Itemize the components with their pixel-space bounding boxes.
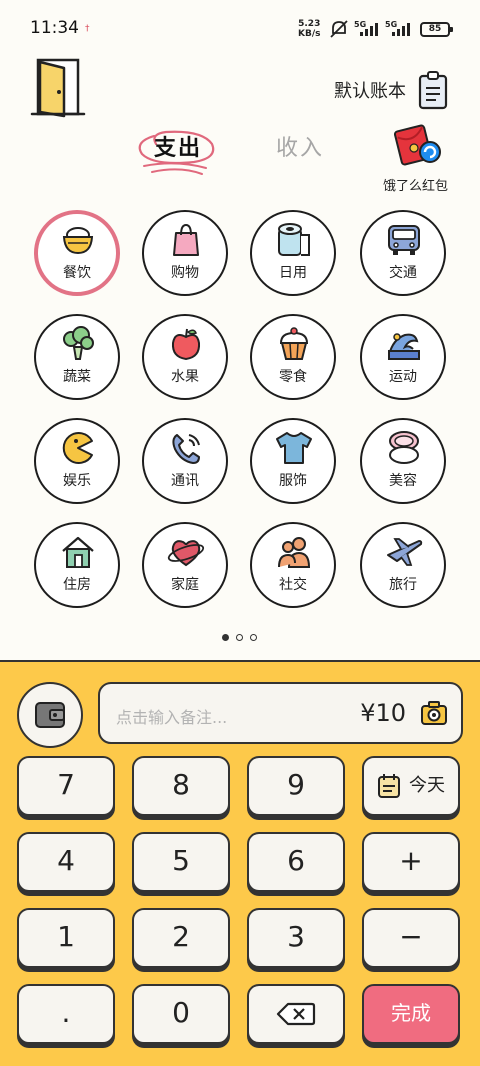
key-5[interactable]: 5: [132, 832, 230, 892]
category-item[interactable]: 蔬菜: [34, 314, 124, 404]
network-speed-value: 5.23: [298, 19, 321, 29]
pacman-icon: [62, 432, 93, 464]
ledger-icon[interactable]: [416, 70, 452, 110]
category-label: 美容: [389, 473, 417, 489]
category-item[interactable]: 零食: [250, 314, 340, 404]
eleme-red-packet-icon[interactable]: [394, 122, 444, 170]
category-label: 餐饮: [63, 265, 91, 281]
camera-icon[interactable]: [420, 700, 448, 726]
notification-icon: †: [85, 24, 90, 34]
account-book-name[interactable]: 默认账本: [334, 77, 406, 103]
tshirt-icon: [276, 432, 312, 464]
category-item[interactable]: 通讯: [142, 418, 232, 508]
page-indicator: [222, 634, 257, 641]
category-item[interactable]: 交通: [360, 210, 450, 300]
category-label: 零食: [279, 369, 307, 385]
backspace-button[interactable]: [247, 984, 345, 1044]
note-placeholder: 点击输入备注...: [116, 708, 228, 727]
page-dot: [250, 634, 257, 641]
key-4[interactable]: 4: [17, 832, 115, 892]
category-label: 住房: [63, 577, 91, 593]
category-item[interactable]: 旅行: [360, 522, 450, 612]
date-button[interactable]: 今天: [362, 756, 460, 816]
door-exit-icon[interactable]: [30, 56, 86, 120]
category-label: 社交: [279, 577, 307, 593]
category-label: 购物: [171, 265, 199, 281]
surf-icon: [388, 333, 420, 360]
key-3[interactable]: 3: [247, 908, 345, 968]
category-label: 日用: [279, 265, 307, 281]
key-1[interactable]: 1: [17, 908, 115, 968]
key-0[interactable]: 0: [132, 984, 230, 1044]
amount-display: ¥10: [360, 699, 406, 727]
category-label: 水果: [171, 369, 199, 385]
category-label: 服饰: [279, 473, 307, 489]
category-item[interactable]: 娱乐: [34, 418, 124, 508]
category-item[interactable]: 日用: [250, 210, 340, 300]
signal-2-icon: [392, 22, 410, 36]
battery-icon: 85: [420, 22, 453, 37]
mute-icon: [330, 20, 348, 38]
phone-icon: [172, 434, 200, 464]
toilet-paper-icon: [278, 223, 310, 256]
apple-icon: [171, 328, 201, 361]
wallet-icon: [35, 702, 65, 728]
category-item[interactable]: 社交: [250, 522, 340, 612]
rice-bowl-icon: [62, 227, 94, 255]
bus-icon: [388, 225, 420, 255]
category-item[interactable]: 餐饮: [34, 210, 124, 300]
key-minus[interactable]: −: [362, 908, 460, 968]
note-input[interactable]: 点击输入备注... ¥10: [98, 682, 463, 744]
heart-planet-icon: [167, 540, 205, 567]
category-item[interactable]: 服饰: [250, 418, 340, 508]
calendar-icon: [378, 774, 400, 798]
wallet-button[interactable]: [17, 682, 83, 748]
key-7[interactable]: 7: [17, 756, 115, 816]
category-label: 旅行: [389, 577, 417, 593]
category-label: 家庭: [171, 577, 199, 593]
key-9[interactable]: 9: [247, 756, 345, 816]
promo-label[interactable]: 饿了么红包: [383, 175, 448, 194]
category-label: 交通: [389, 265, 417, 281]
broccoli-icon: [63, 326, 94, 360]
category-item[interactable]: 水果: [142, 314, 232, 404]
page-dot: [236, 634, 243, 641]
category-label: 运动: [389, 369, 417, 385]
house-icon: [62, 536, 94, 568]
shopping-bag-icon: [173, 223, 199, 256]
compact-mirror-icon: [389, 431, 419, 464]
category-label: 娱乐: [63, 473, 91, 489]
network-speed: 5.23 KB/s: [298, 19, 320, 39]
key-dot[interactable]: .: [17, 984, 115, 1044]
key-plus[interactable]: +: [362, 832, 460, 892]
category-item[interactable]: 住房: [34, 522, 124, 612]
backspace-icon: [276, 1002, 316, 1026]
tab-expense[interactable]: 支出: [154, 130, 202, 162]
airplane-icon: [387, 538, 423, 566]
category-label: 蔬菜: [63, 369, 91, 385]
key-8[interactable]: 8: [132, 756, 230, 816]
key-6[interactable]: 6: [247, 832, 345, 892]
category-label: 通讯: [171, 473, 199, 489]
status-bar: 11:34 † 5.23 KB/s 5G 5G 85: [0, 0, 480, 56]
done-button[interactable]: 完成: [362, 984, 460, 1044]
network-speed-unit: KB/s: [298, 29, 321, 39]
tab-income[interactable]: 收入: [276, 130, 324, 162]
category-item[interactable]: 美容: [360, 418, 450, 508]
key-2[interactable]: 2: [132, 908, 230, 968]
signal-1-icon: [360, 22, 378, 36]
status-time: 11:34: [30, 18, 79, 38]
date-label: 今天: [409, 775, 445, 796]
category-item[interactable]: 家庭: [142, 522, 232, 612]
category-item[interactable]: 运动: [360, 314, 450, 404]
cupcake-icon: [279, 327, 309, 360]
category-item[interactable]: 购物: [142, 210, 232, 300]
page-dot-active: [222, 634, 229, 641]
people-icon: [278, 537, 311, 568]
